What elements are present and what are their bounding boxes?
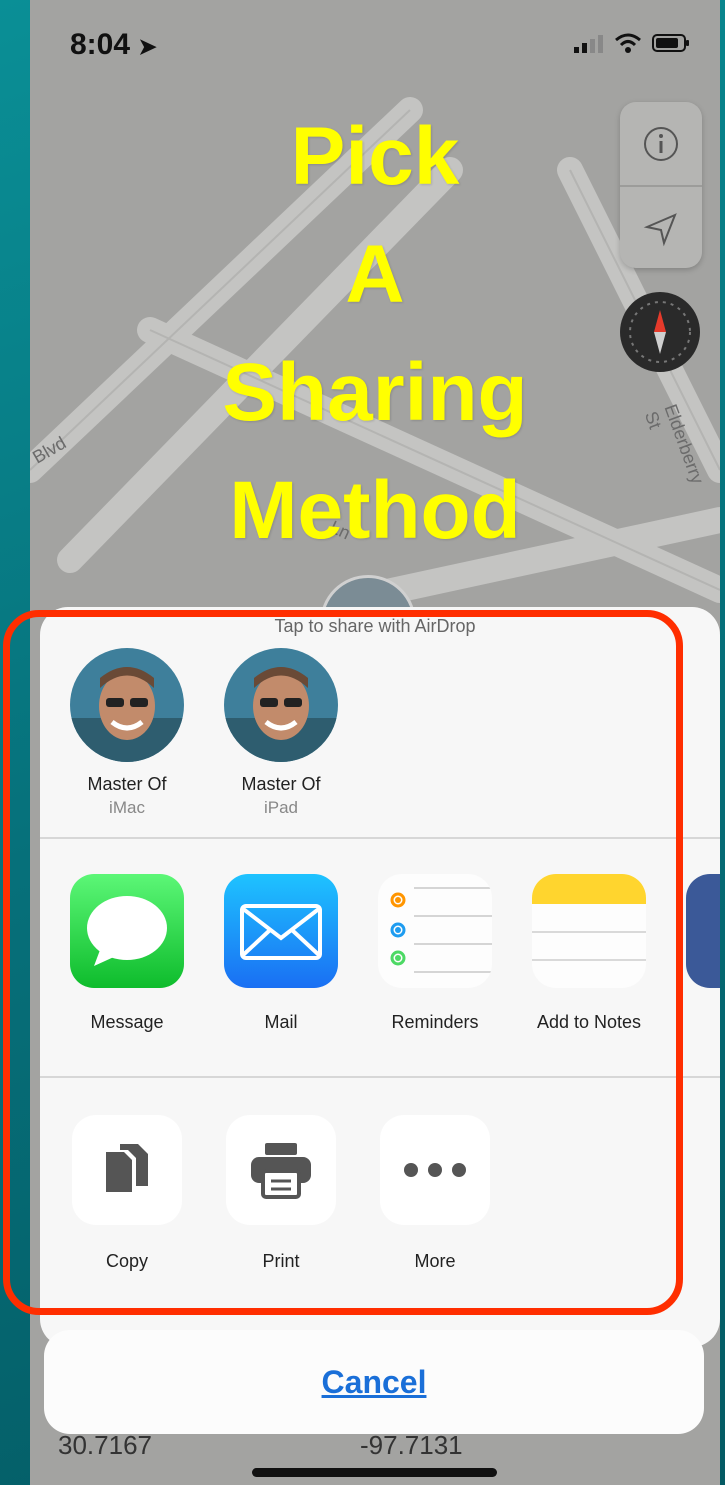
latitude-text: 30.7167 xyxy=(58,1430,152,1460)
share-app-reminders[interactable]: Reminders xyxy=(378,874,492,1033)
app-label: Add to Notes xyxy=(536,1012,642,1032)
home-indicator[interactable] xyxy=(252,1468,497,1477)
share-app-message[interactable]: Message xyxy=(70,874,184,1033)
airdrop-contact-imac[interactable]: Master Of iMac xyxy=(70,648,184,818)
contact-device: iMac xyxy=(109,798,145,817)
mail-icon xyxy=(224,874,338,988)
phone-screen: Blvd Elderberry St Ln 8:04 ➤ Pick A Shar… xyxy=(30,0,720,1485)
contact-device: iPad xyxy=(263,798,299,817)
share-app-mail[interactable]: Mail xyxy=(224,874,338,1033)
airdrop-contact-ipad[interactable]: Master Of iPad xyxy=(224,648,338,818)
time-text: 8:04 xyxy=(70,28,131,61)
status-bar: 8:04 ➤ xyxy=(30,0,720,90)
app-label: Message xyxy=(90,1012,164,1032)
print-icon xyxy=(226,1115,336,1225)
headline-overlay: Pick A Sharing Method xyxy=(30,98,720,570)
app-label: Mail xyxy=(264,1012,298,1032)
contact-avatar xyxy=(224,648,338,762)
action-label: Copy xyxy=(105,1251,149,1271)
longitude-text: -97.7131 xyxy=(360,1430,463,1460)
action-label: More xyxy=(414,1251,456,1271)
location-arrow-icon: ➤ xyxy=(138,34,157,59)
copy-button[interactable]: Copy xyxy=(72,1115,182,1272)
action-label: Print xyxy=(262,1251,300,1271)
divider xyxy=(40,1076,720,1078)
battery-icon xyxy=(652,34,689,52)
divider xyxy=(40,837,720,839)
signal-icon xyxy=(574,35,603,53)
share-actions-row: Copy Print More xyxy=(72,1115,490,1272)
contact-name: Master Of xyxy=(87,774,167,794)
contact-name: Master Of xyxy=(241,774,321,794)
latitude-value: 30.7167 xyxy=(58,1430,152,1461)
message-icon xyxy=(70,874,184,988)
headline-line: Pick xyxy=(290,111,460,202)
headline-line: Sharing xyxy=(222,347,528,438)
airdrop-contacts: Master Of iMac Master Of iPad xyxy=(70,648,338,818)
notes-icon xyxy=(532,874,646,988)
wifi-icon xyxy=(615,33,641,53)
print-button[interactable]: Print xyxy=(226,1115,336,1272)
cancel-button[interactable]: Cancel xyxy=(44,1330,704,1434)
share-app-notes[interactable]: Add to Notes xyxy=(532,874,646,1033)
status-time: 8:04 ➤ xyxy=(70,28,157,62)
headline-line: A xyxy=(345,229,405,320)
more-icon xyxy=(380,1115,490,1225)
reminders-icon xyxy=(378,874,492,988)
airdrop-hint: Tap to share with AirDrop xyxy=(274,616,476,636)
status-icons xyxy=(574,32,690,54)
copy-icon xyxy=(72,1115,182,1225)
longitude-value: -97.7131 xyxy=(360,1430,463,1461)
share-apps-row: Message Mail Reminders Add to Notes xyxy=(70,874,646,1033)
headline-line: Method xyxy=(229,465,521,556)
contact-avatar xyxy=(70,648,184,762)
share-app-partial[interactable] xyxy=(686,874,720,988)
more-button[interactable]: More xyxy=(380,1115,490,1272)
app-label: Reminders xyxy=(391,1012,479,1032)
